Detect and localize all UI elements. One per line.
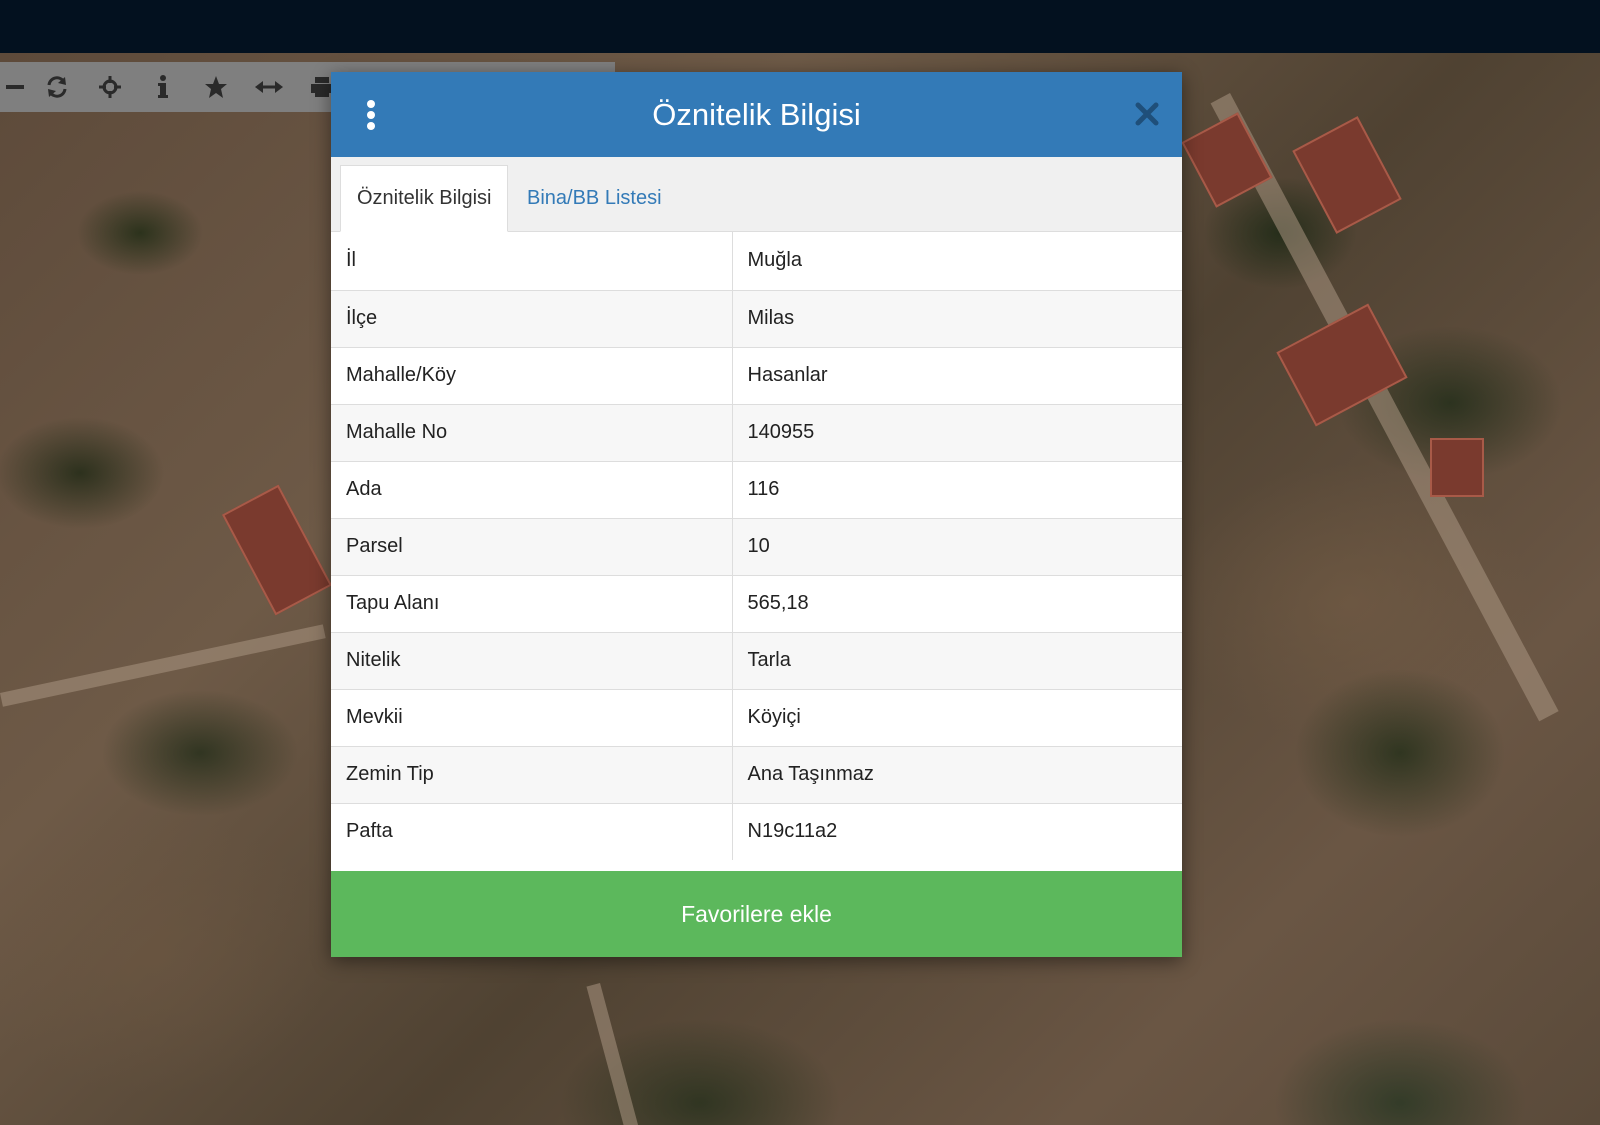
attr-value: Ana Taşınmaz: [732, 745, 1182, 803]
tab-attribute-info[interactable]: Öznitelik Bilgisi: [340, 165, 509, 232]
top-navigation-bar: [0, 0, 1600, 53]
table-row: Parsel 10: [331, 517, 1182, 575]
refresh-icon: [47, 76, 66, 98]
attr-value: 140955: [732, 403, 1182, 461]
attr-value: Milas: [732, 289, 1182, 347]
map-road: [0, 624, 326, 707]
refresh-button[interactable]: [30, 62, 83, 112]
attr-key: İl: [331, 232, 733, 290]
attr-key: Mahalle/Köy: [331, 346, 733, 404]
menu-button[interactable]: [361, 99, 381, 131]
attr-value: 10: [732, 517, 1182, 575]
vertical-dots-icon: [367, 100, 375, 130]
minus-icon: [6, 85, 24, 89]
tab-bar: Öznitelik Bilgisi Bina/BB Listesi: [331, 157, 1182, 232]
table-row: Tapu Alanı 565,18: [331, 574, 1182, 632]
favorites-button[interactable]: [189, 62, 242, 112]
star-icon: [204, 76, 227, 98]
close-icon: [1135, 102, 1159, 126]
attr-key: Ada: [331, 460, 733, 518]
attr-key: İlçe: [331, 289, 733, 347]
attr-key: Mevkii: [331, 688, 733, 746]
table-row: Pafta N19c11a2: [331, 802, 1182, 860]
table-row: İl Muğla: [331, 232, 1182, 290]
add-to-favorites-button[interactable]: Favorilere ekle: [331, 871, 1182, 957]
map-building: [1292, 116, 1402, 234]
attr-value: 565,18: [732, 574, 1182, 632]
attr-key: Tapu Alanı: [331, 574, 733, 632]
crosshair-icon: [98, 76, 121, 98]
tab-building-list[interactable]: Bina/BB Listesi: [511, 165, 678, 231]
attribute-table: İl Muğla İlçe Milas Mahalle/Köy Hasanlar…: [331, 232, 1182, 860]
attr-value: Tarla: [732, 631, 1182, 689]
attr-value: Köyiçi: [732, 688, 1182, 746]
table-row: Mahalle/Köy Hasanlar: [331, 346, 1182, 404]
attr-value: Hasanlar: [732, 346, 1182, 404]
zoom-out-button[interactable]: [0, 62, 30, 112]
attr-value: N19c11a2: [732, 802, 1182, 860]
attr-key: Mahalle No: [331, 403, 733, 461]
table-row: İlçe Milas: [331, 289, 1182, 347]
close-button[interactable]: [1134, 101, 1160, 127]
attribute-info-modal: Öznitelik Bilgisi Öznitelik Bilgisi Bina…: [331, 72, 1182, 957]
map-building: [1430, 438, 1484, 497]
attr-key: Nitelik: [331, 631, 733, 689]
attr-value: 116: [732, 460, 1182, 518]
table-row: Mevkii Köyiçi: [331, 688, 1182, 746]
modal-title: Öznitelik Bilgisi: [652, 96, 861, 132]
attr-key: Pafta: [331, 802, 733, 860]
map-building: [221, 484, 333, 616]
measure-button[interactable]: [242, 62, 295, 112]
map-road: [586, 983, 652, 1125]
print-icon: [310, 77, 333, 97]
info-icon: [157, 75, 168, 98]
table-row: Zemin Tip Ana Taşınmaz: [331, 745, 1182, 803]
locate-button[interactable]: [83, 62, 136, 112]
table-row: Ada 116: [331, 460, 1182, 518]
attr-value: Muğla: [732, 232, 1182, 290]
info-button[interactable]: [136, 62, 189, 112]
table-row: Mahalle No 140955: [331, 403, 1182, 461]
table-row: Nitelik Tarla: [331, 631, 1182, 689]
modal-header: Öznitelik Bilgisi: [331, 72, 1182, 157]
attr-key: Parsel: [331, 517, 733, 575]
measure-arrows-icon: [254, 81, 283, 93]
attr-key: Zemin Tip: [331, 745, 733, 803]
